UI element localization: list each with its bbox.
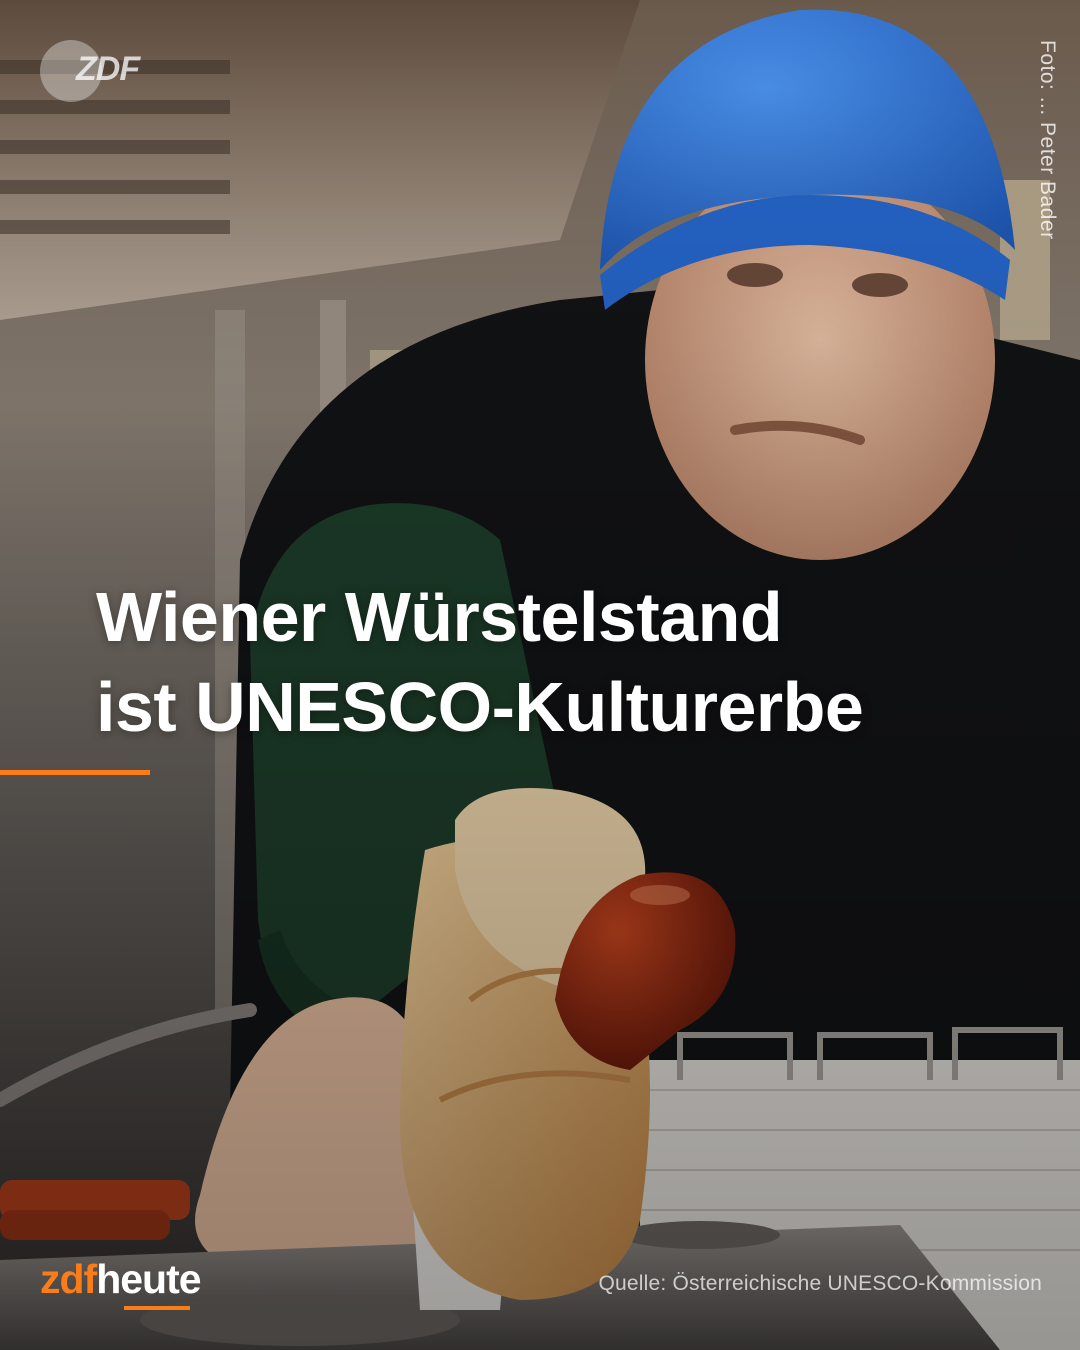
headline-line-2: ist UNESCO-Kulturerbe bbox=[96, 668, 864, 746]
zdf-watermark-logo: ZDF bbox=[40, 38, 150, 102]
zdf-logo-text: ZDF bbox=[76, 50, 140, 88]
photo-credit: Foto: ... Peter Bader bbox=[1035, 40, 1059, 240]
source-text: Quelle: Österreichische UNESCO-Kommissio… bbox=[598, 1272, 1042, 1295]
brand-heute: heute bbox=[96, 1256, 201, 1302]
headline: Wiener Würstelstand ist UNESCO-Kulturerb… bbox=[96, 572, 1056, 752]
photo-credit-text: Foto: ... Peter Bader bbox=[1036, 40, 1059, 240]
accent-line bbox=[0, 770, 150, 775]
post-frame: ZDF Foto: ... Peter Bader Wiener Würstel… bbox=[0, 0, 1080, 1350]
brand-underline bbox=[124, 1306, 190, 1310]
zdfheute-logo: zdfheute bbox=[40, 1256, 202, 1316]
brand-zdf: zdf bbox=[40, 1256, 97, 1302]
headline-line-1: Wiener Würstelstand bbox=[96, 578, 783, 656]
